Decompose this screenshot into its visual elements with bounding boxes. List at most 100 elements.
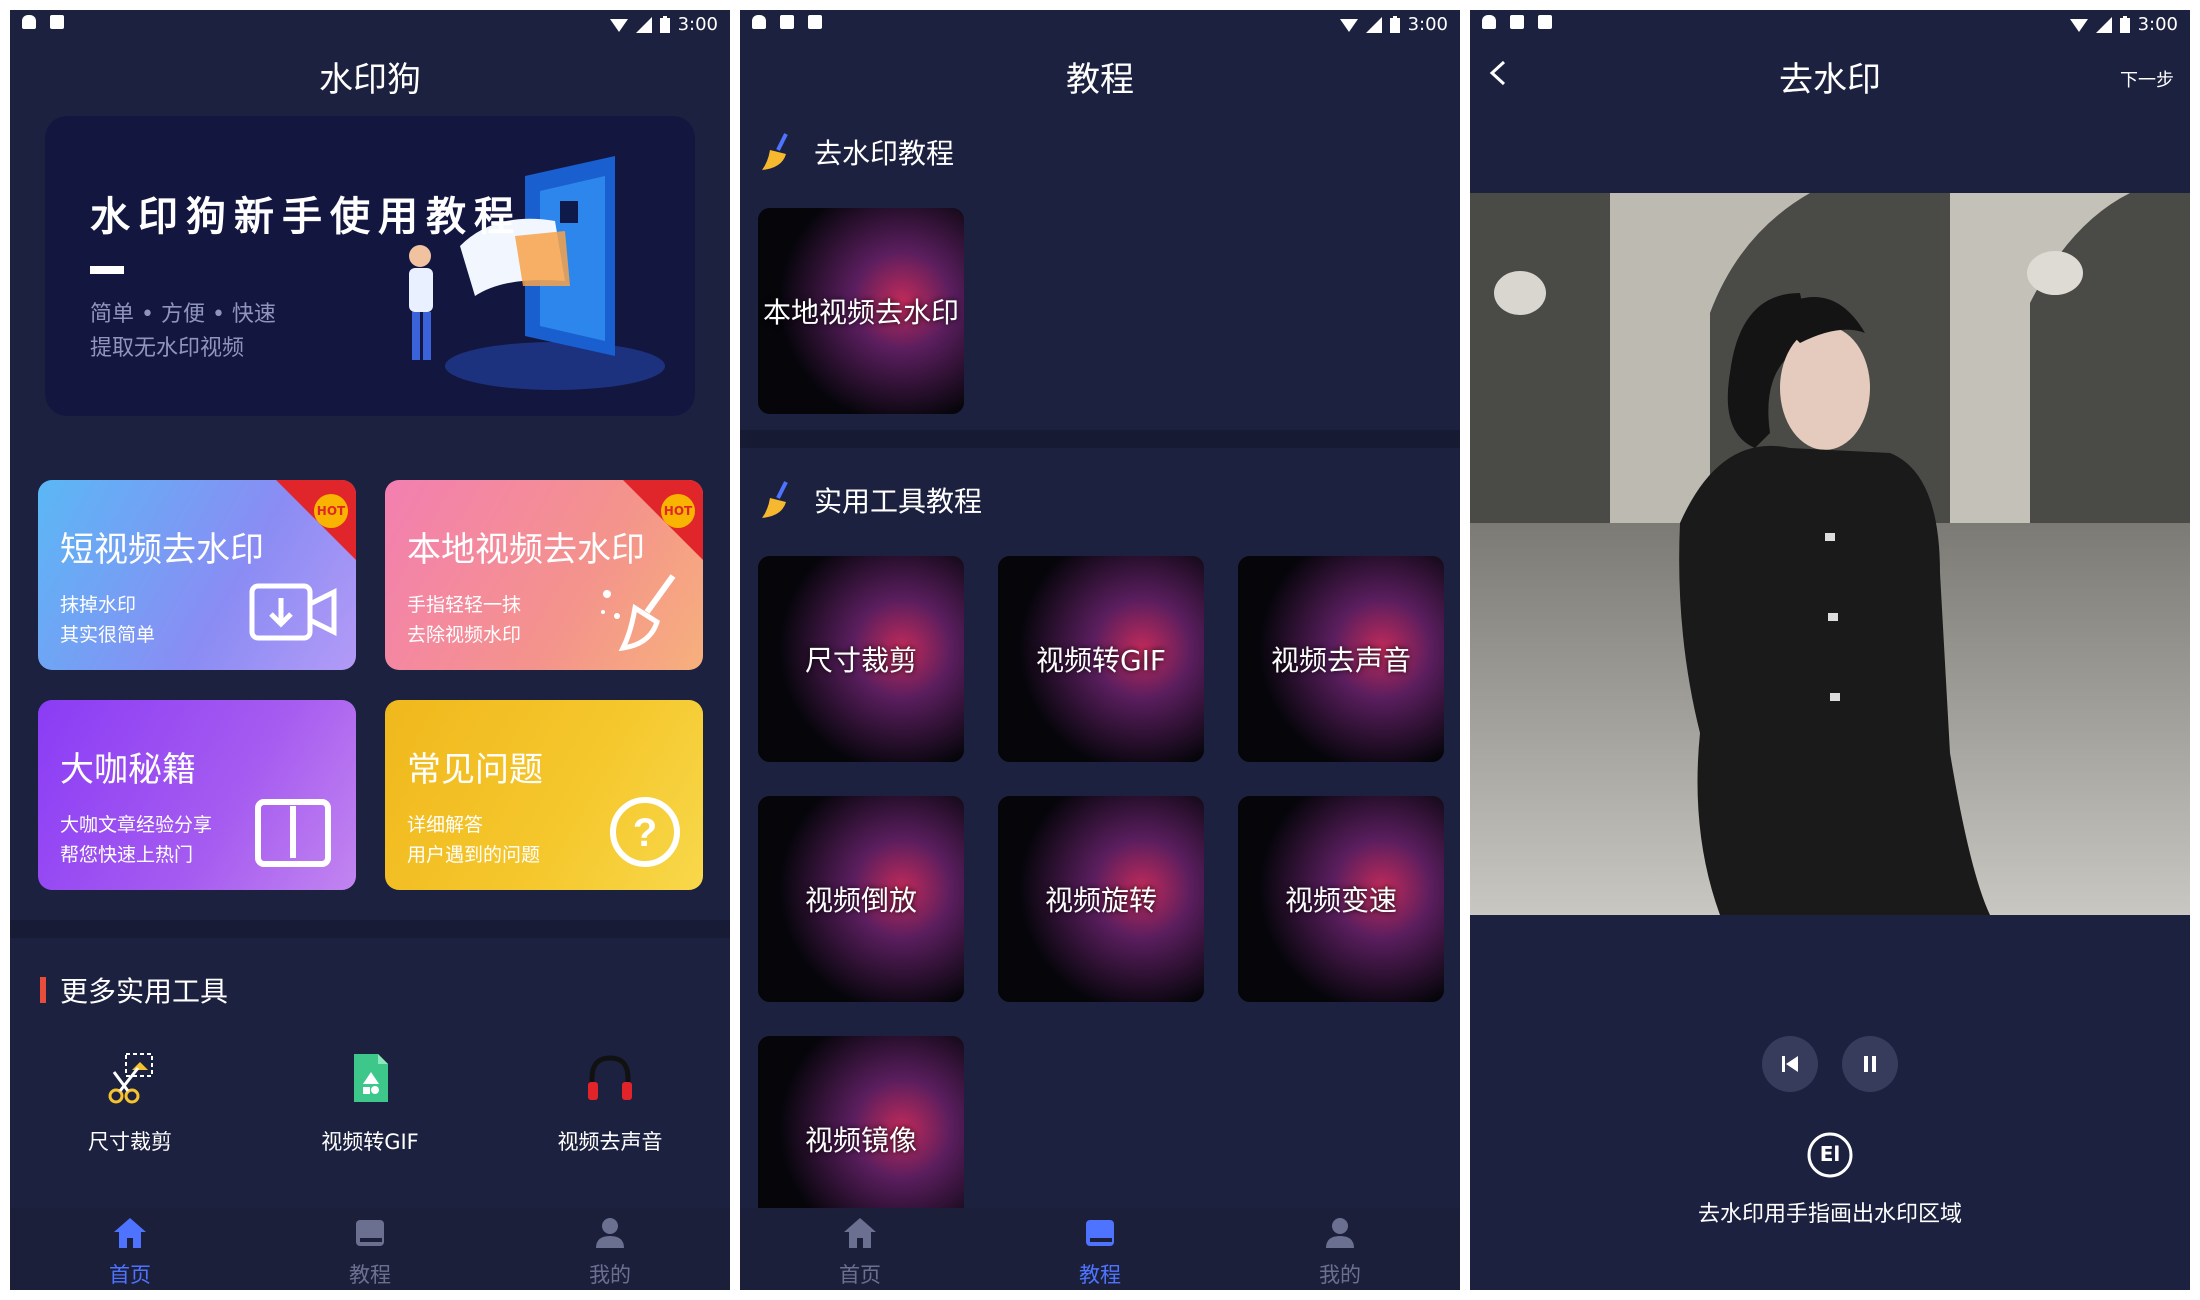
home-screen: 3:00 水印狗 水印狗新手使用教程 简单 • 方便 • 快速 提取无水印视频 …	[10, 10, 730, 1290]
battery-icon	[1389, 16, 1400, 33]
battery-icon	[2119, 16, 2130, 33]
erase-mode-button[interactable]: El	[1805, 1130, 1855, 1180]
bottom-nav: 首页 教程 我的	[10, 1208, 730, 1290]
tutorial-thumb[interactable]: 本地视频去水印	[758, 208, 964, 414]
card-subtitle-2: 去除视频水印	[407, 624, 522, 646]
battery-icon	[659, 16, 670, 33]
page-title: 水印狗	[319, 60, 421, 100]
section-remove-watermark-heading: 去水印教程	[756, 132, 954, 172]
book-icon	[356, 1220, 384, 1246]
tutorial-thumb[interactable]: 视频转GIF	[998, 556, 1204, 762]
nav-label: 首页	[109, 1263, 151, 1287]
nav-tutorial[interactable]: 教程	[250, 1208, 490, 1290]
card-local-video-remove[interactable]: HOT 本地视频去水印 手指轻轻一抹 去除视频水印	[385, 480, 703, 670]
hot-badge: HOT	[314, 494, 348, 528]
bottom-nav: 首页 教程 我的	[740, 1208, 1460, 1290]
card-subtitle-2: 用户遇到的问题	[407, 844, 541, 866]
book-icon	[1086, 1220, 1114, 1246]
nav-mine[interactable]: 我的	[490, 1208, 730, 1290]
section-divider	[10, 920, 730, 938]
nav-home[interactable]: 首页	[10, 1208, 250, 1290]
tutorial-thumb[interactable]: 视频倒放	[758, 796, 964, 1002]
video-download-icon	[249, 583, 337, 641]
image-icon	[780, 15, 794, 29]
thumb-label: 本地视频去水印	[762, 296, 959, 329]
section-title: 去水印教程	[814, 137, 955, 170]
banner-subtitle: 简单 • 方便 • 快速	[90, 302, 276, 327]
tool-video-to-gif[interactable]: 视频转GIF	[270, 1050, 470, 1156]
android-icon	[752, 15, 766, 29]
section-marker	[40, 977, 46, 1003]
gif-file-icon	[354, 1054, 388, 1102]
thumb-label: 尺寸裁剪	[804, 644, 917, 677]
home-icon	[844, 1218, 876, 1248]
card-title: 常见问题	[407, 750, 543, 790]
wifi-icon	[2069, 18, 2088, 32]
banner-illustration	[409, 156, 665, 390]
signal-icon	[1365, 16, 1382, 33]
thumb-label: 视频去声音	[1270, 644, 1411, 677]
card-subtitle-2: 其实很简单	[60, 624, 156, 646]
svg-text:?: ?	[633, 811, 657, 855]
card-subtitle: 详细解答	[407, 814, 484, 836]
previous-button[interactable]	[1762, 1036, 1818, 1092]
video-preview[interactable]	[1470, 193, 2190, 915]
card-title: 短视频去水印	[60, 530, 264, 570]
card-subtitle: 手指轻轻一抹	[407, 594, 522, 616]
tutorial-thumb[interactable]: 视频去声音	[1238, 556, 1444, 762]
notification-icon	[808, 15, 822, 29]
tutorial-banner[interactable]: 水印狗新手使用教程 简单 • 方便 • 快速 提取无水印视频	[45, 116, 695, 416]
tutorial-thumb[interactable]: 视频变速	[1238, 796, 1444, 1002]
status-bar: 3:00	[1470, 10, 2190, 40]
tool-crop[interactable]: 尺寸裁剪	[30, 1050, 230, 1156]
thumb-label: 视频倒放	[804, 884, 917, 917]
nav-mine[interactable]: 我的	[1220, 1208, 1460, 1290]
wifi-icon	[609, 18, 628, 32]
remove-watermark-screen: 3:00 去水印 下一步 El 去水印用手指画出水印区域	[1470, 10, 2190, 1290]
card-faq[interactable]: 常见问题 详细解答 用户遇到的问题 ?	[385, 700, 703, 890]
page-title: 教程	[1066, 60, 1134, 100]
tool-label: 尺寸裁剪	[88, 1130, 172, 1154]
nav-label: 教程	[1079, 1263, 1121, 1287]
card-expert-tips[interactable]: 大咖秘籍 大咖文章经验分享 帮您快速上热门	[38, 700, 356, 890]
card-title: 本地视频去水印	[407, 530, 645, 570]
nav-home[interactable]: 首页	[740, 1208, 980, 1290]
nav-tutorial[interactable]: 教程	[980, 1208, 1220, 1290]
clock: 3:00	[1407, 14, 1448, 35]
tutorial-thumb[interactable]: 尺寸裁剪	[758, 556, 964, 762]
clock: 3:00	[677, 14, 718, 35]
wifi-icon	[1339, 18, 1358, 32]
broom-icon	[762, 481, 788, 518]
card-subtitle-2: 帮您快速上热门	[60, 844, 194, 866]
status-bar: 3:00	[10, 10, 730, 40]
section-divider	[740, 430, 1460, 448]
home-icon	[114, 1218, 146, 1248]
tutorial-thumb[interactable]: 视频旋转	[998, 796, 1204, 1002]
tool-label: 视频转GIF	[321, 1130, 419, 1154]
question-icon: ?	[610, 797, 680, 867]
hot-badge: HOT	[661, 494, 695, 528]
nav-label: 我的	[589, 1263, 631, 1287]
banner-subtitle-2: 提取无水印视频	[90, 336, 245, 361]
headphones-icon	[588, 1055, 632, 1100]
page-title: 去水印	[1779, 60, 1881, 100]
thumb-label: 视频变速	[1284, 884, 1397, 917]
tool-remove-audio[interactable]: 视频去声音	[510, 1050, 710, 1156]
card-subtitle: 大咖文章经验分享	[60, 814, 213, 836]
instruction-text: 去水印用手指画出水印区域	[1697, 1202, 1962, 1227]
signal-icon	[2095, 16, 2112, 33]
nav-label: 首页	[839, 1263, 881, 1287]
video-frame	[1470, 193, 2190, 915]
section-tools-heading: 实用工具教程	[756, 480, 982, 520]
broom-icon	[601, 574, 676, 652]
notification-icon	[50, 15, 64, 29]
skip-back-icon	[1782, 1056, 1798, 1072]
pause-button[interactable]	[1842, 1036, 1898, 1092]
section-title: 实用工具教程	[814, 485, 983, 518]
android-icon	[22, 15, 36, 29]
banner-divider	[90, 266, 124, 274]
card-subtitle: 抹掉水印	[60, 594, 137, 616]
next-step-button[interactable]: 下一步	[2120, 66, 2174, 92]
status-bar: 3:00	[740, 10, 1460, 40]
card-short-video-remove[interactable]: HOT 短视频去水印 抹掉水印 其实很简单	[38, 480, 356, 670]
